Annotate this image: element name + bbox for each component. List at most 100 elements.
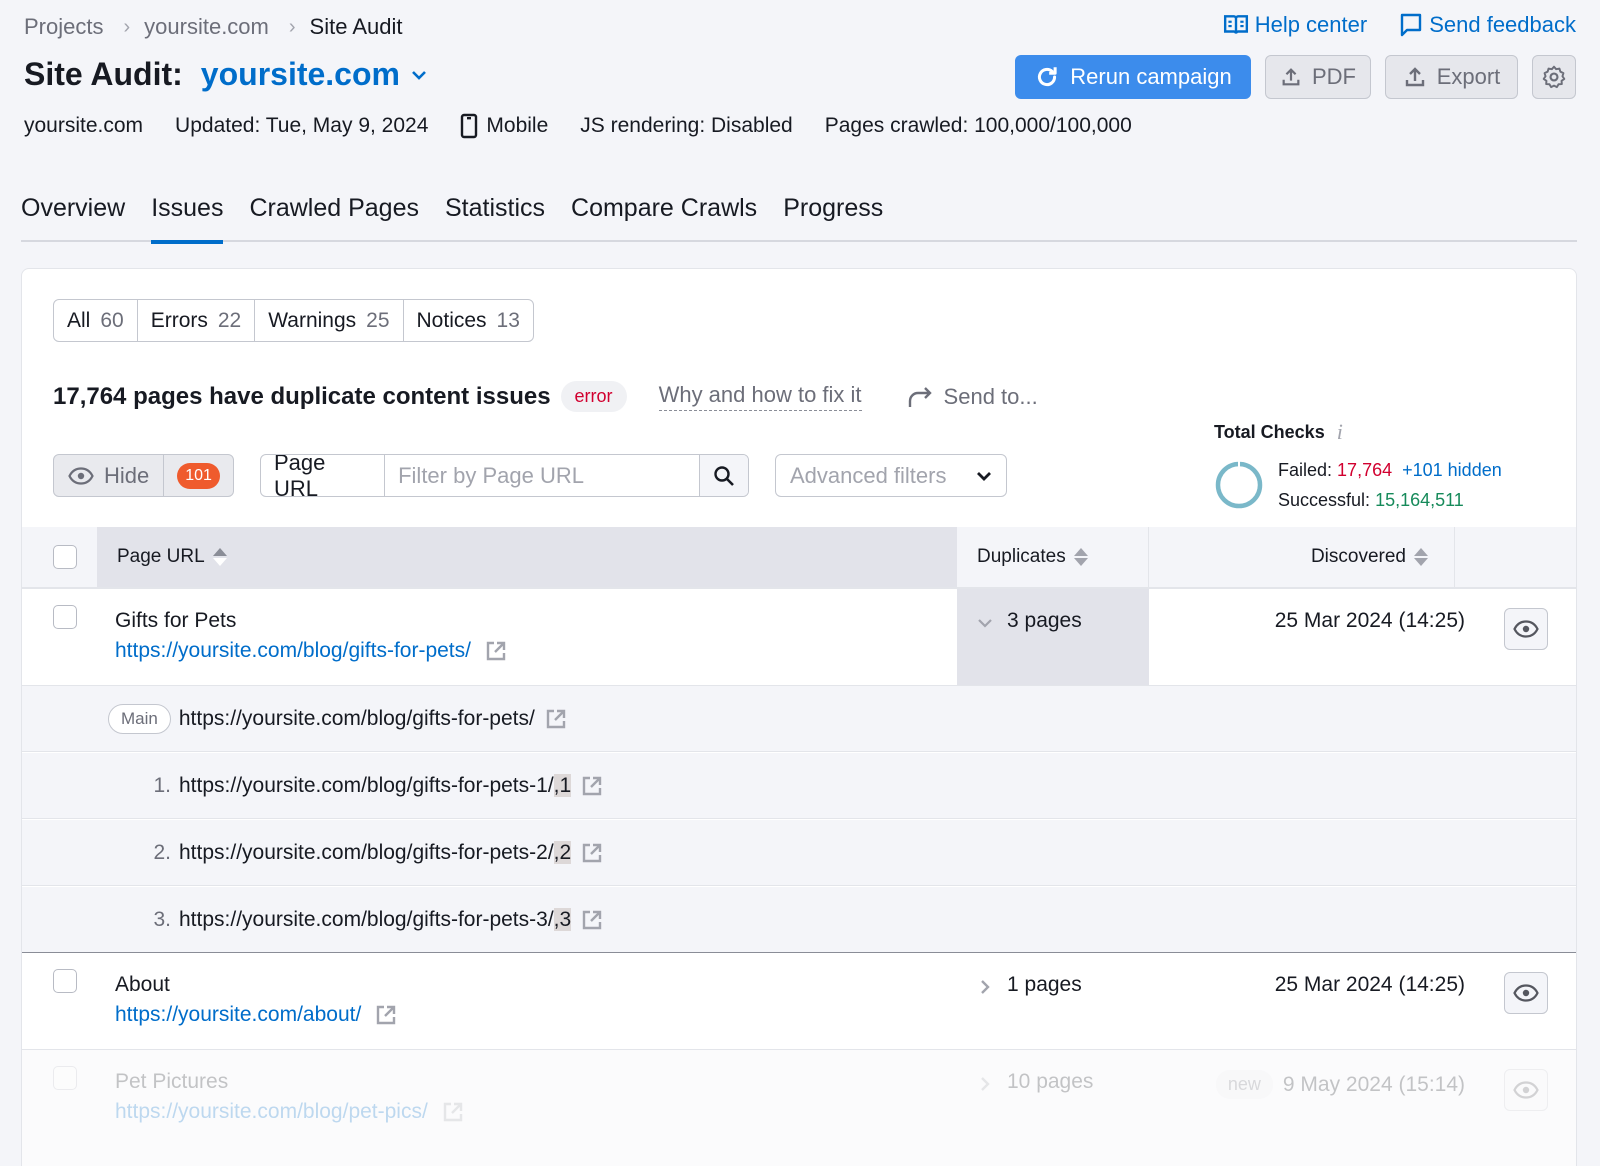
duplicates-toggle[interactable]: 10 pages	[957, 1050, 1149, 1166]
failed-label: Failed:	[1278, 460, 1333, 480]
view-button[interactable]	[1504, 608, 1548, 650]
why-fix-link[interactable]: Why and how to fix it	[658, 382, 862, 411]
checks-donut	[1215, 461, 1263, 509]
page-url-link[interactable]: https://yoursite.com/about/	[115, 1003, 397, 1027]
filter-field-selector[interactable]: Page URL	[261, 455, 386, 496]
issues-card: All 60 Errors 22 Warnings 25 Notices 13 17,7…	[21, 268, 1577, 1166]
filter-count: 13	[496, 308, 520, 332]
breadcrumb-project[interactable]: yoursite.com	[144, 14, 269, 40]
severity-filter: All 60 Errors 22 Warnings 25 Notices 13	[53, 299, 534, 342]
settings-button[interactable]	[1532, 55, 1576, 99]
comment-icon	[1401, 13, 1422, 37]
send-feedback-link[interactable]: Send feedback	[1399, 12, 1576, 38]
row-checkbox[interactable]	[53, 605, 77, 629]
filter-errors[interactable]: Errors 22	[138, 300, 256, 341]
tab-compare-crawls[interactable]: Compare Crawls	[571, 192, 757, 242]
filter-all[interactable]: All 60	[54, 300, 138, 341]
page-url-link[interactable]: https://yoursite.com/blog/gifts-for-pets…	[115, 639, 507, 663]
help-center-link[interactable]: Help center	[1223, 12, 1367, 38]
advanced-filters-dropdown[interactable]: Advanced filters	[774, 454, 1007, 497]
page-url: https://yoursite.com/blog/pet-pics/	[115, 1100, 428, 1123]
filter-count: 22	[217, 308, 242, 332]
hide-button[interactable]: Hide 101	[53, 454, 234, 497]
chevron-down-icon	[976, 471, 991, 481]
duplicate-url: https://yoursite.com/blog/gifts-for-pets…	[179, 840, 554, 864]
issue-title: 17,764 pages have duplicate content issu…	[53, 382, 551, 410]
meta-js: JS rendering: Disabled	[580, 114, 793, 137]
duplicates-toggle[interactable]: 3 pages	[957, 589, 1149, 685]
meta-crawled: Pages crawled: 100,000/100,000	[824, 114, 1132, 137]
view-button[interactable]	[1504, 1069, 1548, 1111]
crawl-meta: yoursite.com Updated: Tue, May 9, 2024 M…	[24, 113, 1132, 139]
column-duplicates[interactable]: Duplicates	[957, 527, 1149, 587]
send-to-button[interactable]: Send to...	[906, 384, 1038, 410]
sort-icon	[1414, 548, 1428, 566]
page-url: https://yoursite.com/about/	[115, 1003, 362, 1026]
select-all-checkbox[interactable]	[52, 545, 77, 569]
tabs: Overview Issues Crawled Pages Statistics…	[21, 192, 1577, 244]
rerun-campaign-button[interactable]: Rerun campaign	[1015, 55, 1251, 99]
duplicate-row: 3. https://yoursite.com/blog/gifts-for-p…	[22, 887, 1576, 953]
column-page-url[interactable]: Page URL	[97, 527, 957, 587]
tab-crawled-pages[interactable]: Crawled Pages	[249, 192, 419, 242]
info-icon[interactable]: i	[1337, 419, 1343, 445]
url-filter-input[interactable]	[385, 455, 700, 496]
top-links: Help center Send feedback	[1223, 12, 1576, 38]
meta-device-label: Mobile	[486, 114, 549, 137]
table-controls: Hide 101 Page URL Advanced filters	[53, 454, 1007, 497]
eye-icon	[68, 466, 94, 485]
meta-updated: Updated: Tue, May 9, 2024	[175, 114, 429, 137]
tab-overview[interactable]: Overview	[21, 192, 125, 242]
page-url-link[interactable]: https://yoursite.com/blog/pet-pics/	[115, 1100, 464, 1124]
external-link-icon[interactable]	[375, 1004, 397, 1026]
table-row: Pet Pictures https://yoursite.com/blog/p…	[22, 1050, 1576, 1166]
table-row: About https://yoursite.com/about/ 1 page…	[22, 953, 1576, 1050]
filter-notices[interactable]: Notices 13	[404, 300, 533, 341]
main-badge: Main	[108, 703, 171, 734]
duplicates-toggle[interactable]: 1 pages	[957, 953, 1149, 1049]
pdf-button[interactable]: PDF	[1265, 55, 1371, 99]
external-link-icon[interactable]	[581, 909, 603, 931]
duplicate-index: 3.	[153, 907, 171, 931]
external-link-icon[interactable]	[545, 708, 567, 730]
total-checks: Total Checks i Failed: 17,764 +101 hidde…	[1214, 419, 1502, 515]
breadcrumb-projects[interactable]: Projects	[24, 14, 103, 40]
eye-icon	[1513, 620, 1539, 638]
eye-icon	[1513, 1081, 1539, 1099]
row-checkbox[interactable]	[53, 969, 77, 993]
external-link-icon[interactable]	[581, 775, 603, 797]
chevron-right-icon: ›	[288, 15, 296, 38]
url-filter-group: Page URL	[259, 454, 749, 497]
project-selector[interactable]: yoursite.com	[201, 56, 400, 93]
duplicate-row: 1. https://yoursite.com/blog/gifts-for-p…	[22, 753, 1576, 819]
pdf-label: PDF	[1312, 64, 1356, 89]
diff-highlight: ,3	[553, 907, 572, 931]
column-discovered[interactable]: Discovered	[1149, 527, 1455, 587]
external-link-icon[interactable]	[581, 842, 603, 864]
book-icon	[1223, 15, 1248, 34]
row-checkbox[interactable]	[53, 1066, 77, 1090]
chevron-down-icon[interactable]	[410, 66, 428, 84]
search-button[interactable]	[699, 455, 748, 496]
export-button[interactable]: Export	[1385, 55, 1518, 99]
advanced-filters-label: Advanced filters	[789, 462, 947, 488]
tab-progress[interactable]: Progress	[783, 192, 883, 242]
external-link-icon[interactable]	[485, 640, 507, 662]
successful-label: Successful:	[1278, 490, 1371, 510]
tab-statistics[interactable]: Statistics	[445, 192, 545, 242]
discovered-date: 25 Mar 2024 (14:25)	[1274, 973, 1465, 996]
export-label: Export	[1436, 64, 1501, 89]
filter-warnings[interactable]: Warnings 25	[255, 300, 404, 341]
column-label: Duplicates	[977, 546, 1066, 567]
external-link-icon[interactable]	[442, 1101, 464, 1123]
view-button[interactable]	[1504, 972, 1548, 1014]
tab-issues[interactable]: Issues	[151, 192, 224, 244]
duplicate-url: https://yoursite.com/blog/gifts-for-pets…	[179, 773, 554, 797]
hide-label: Hide	[104, 462, 150, 488]
failed-count[interactable]: 17,764	[1337, 460, 1392, 480]
hidden-checks-link[interactable]: +101 hidden	[1402, 460, 1502, 480]
table-header: Page URL Duplicates Discovered	[22, 527, 1576, 589]
page-title: Pet Pictures	[115, 1070, 229, 1093]
duplicates-count: 10 pages	[1007, 1070, 1094, 1093]
duplicate-row: 2. https://yoursite.com/blog/gifts-for-p…	[22, 820, 1576, 886]
